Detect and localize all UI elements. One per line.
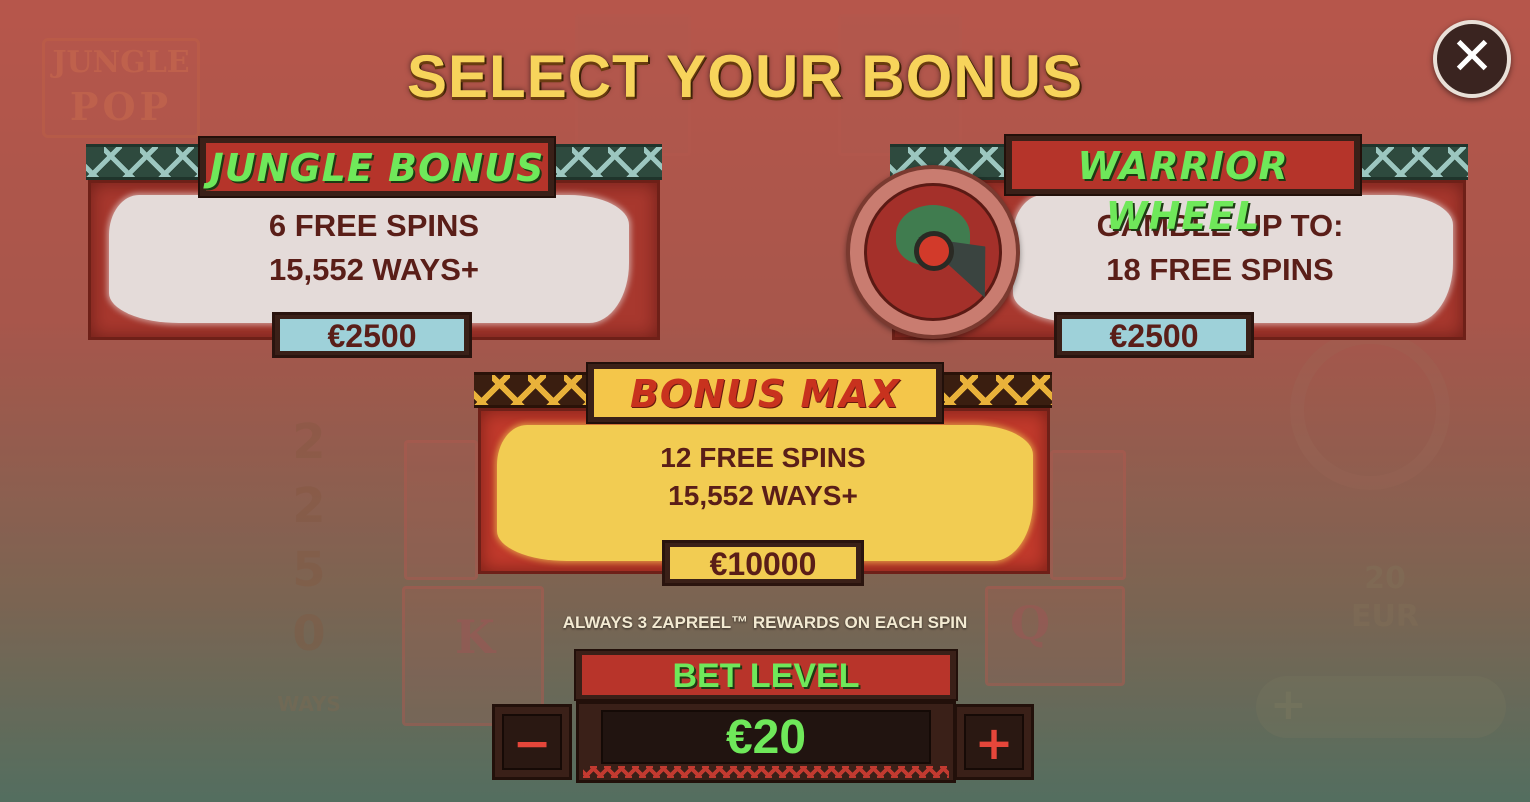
zapreel-rewards-note: ALWAYS 3 ZAPREEL™ REWARDS ON EACH SPIN: [562, 613, 968, 632]
bonus-max-spins-text: 12 FREE SPINS: [660, 442, 866, 473]
bonus-max-price-tag[interactable]: €10000: [662, 540, 864, 586]
jungle-bonus-spins-text: 6 FREE SPINS: [268, 208, 480, 243]
plus-icon: +: [964, 714, 1024, 770]
bonus-max-panel[interactable]: 12 FREE SPINS 15,552 WAYS+ BONUS MAX €10…: [474, 362, 1054, 594]
warrior-wheel-title-banner: WARRIOR WHEEL: [1004, 134, 1362, 238]
minus-icon: −: [502, 714, 562, 770]
jungle-bonus-title-banner: JUNGLE BONUS: [198, 136, 556, 198]
bonus-max-title-banner: BONUS MAX: [586, 362, 944, 424]
warrior-wheel-price-tag[interactable]: €2500: [1054, 312, 1254, 358]
bet-level-header: BET LEVEL: [574, 649, 958, 701]
bet-decrease-button[interactable]: −: [492, 704, 572, 780]
warrior-wheel-icon: [846, 165, 1020, 339]
bonus-max-ways-text: 15,552 WAYS+: [668, 480, 858, 511]
jungle-bonus-price-tag[interactable]: €2500: [272, 312, 472, 358]
bet-level-value: €20: [601, 710, 931, 764]
close-button[interactable]: ✕: [1433, 20, 1511, 98]
close-icon: ✕: [1450, 27, 1494, 87]
jungle-bonus-panel[interactable]: 6 FREE SPINS 15,552 WAYS+ JUNGLE BONUS €…: [86, 136, 664, 366]
page-title: SELECT YOUR BONUS: [407, 43, 1083, 110]
bet-level-display: €20: [576, 701, 956, 783]
jungle-bonus-ways-text: 15,552 WAYS+: [269, 252, 479, 287]
bet-level-label: BET LEVEL: [582, 655, 950, 695]
bet-increase-button[interactable]: +: [954, 704, 1034, 780]
warrior-wheel-spins-text: 18 FREE SPINS: [1106, 252, 1334, 287]
